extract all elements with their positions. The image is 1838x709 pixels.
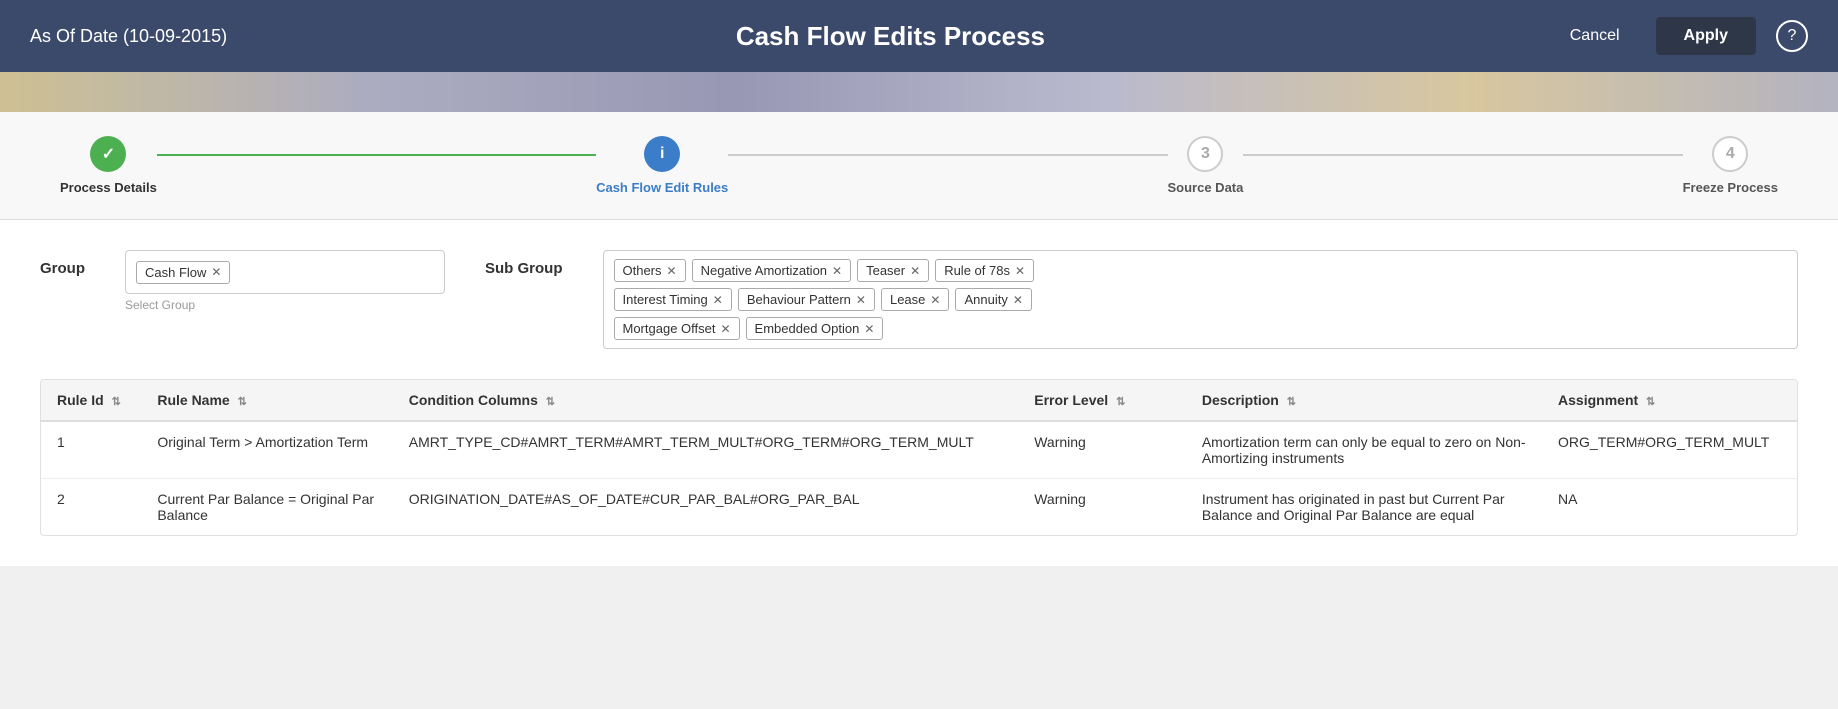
app-header: As Of Date (10-09-2015) Cash Flow Edits … [0, 0, 1838, 72]
col-header-rule-name[interactable]: Rule Name ⇅ [141, 380, 392, 421]
sub-group-tag-embedded-option-remove[interactable]: ✕ [864, 322, 874, 336]
cell-rule-id: 2 [41, 479, 141, 536]
step-cash-flow-edit-rules: i Cash Flow Edit Rules [596, 136, 728, 195]
sub-group-tag-mortgage-offset-remove[interactable]: ✕ [720, 322, 730, 336]
cell-condition: AMRT_TYPE_CD#AMRT_TERM#AMRT_TERM_MULT#OR… [393, 421, 1018, 479]
filter-row: Group Cash Flow ✕ Select Group Sub Group… [40, 250, 1798, 349]
group-label: Group [40, 250, 85, 277]
sub-group-tag-interest-timing-remove[interactable]: ✕ [713, 293, 723, 307]
step-3-label: Source Data [1168, 180, 1244, 195]
table-row: 2 Current Par Balance = Original Par Bal… [41, 479, 1797, 536]
sub-group-label: Sub Group [485, 250, 563, 277]
step-1-icon: ✓ [90, 136, 126, 172]
as-of-date: As Of Date (10-09-2015) [30, 26, 227, 47]
main-content: Group Cash Flow ✕ Select Group Sub Group… [0, 220, 1838, 566]
sub-group-tags-area[interactable]: Others ✕ Negative Amortization ✕ Teaser … [603, 250, 1799, 349]
step-2-label: Cash Flow Edit Rules [596, 180, 728, 195]
cell-description: Instrument has originated in past but Cu… [1186, 479, 1542, 536]
group-input-wrap: Cash Flow ✕ Select Group [125, 250, 445, 312]
sub-group-tag-others-remove[interactable]: ✕ [667, 264, 677, 278]
sub-group-tag-embedded-option: Embedded Option ✕ [746, 317, 884, 340]
sub-group-tag-behaviour-pattern: Behaviour Pattern ✕ [738, 288, 875, 311]
step-4-icon: 4 [1712, 136, 1748, 172]
group-tag-input[interactable]: Cash Flow ✕ [125, 250, 445, 294]
step-4-label: Freeze Process [1683, 180, 1778, 195]
sub-group-tag-behaviour-pattern-remove[interactable]: ✕ [856, 293, 866, 307]
sub-group-wrap: Others ✕ Negative Amortization ✕ Teaser … [603, 250, 1799, 349]
col-header-error[interactable]: Error Level ⇅ [1018, 380, 1186, 421]
help-button[interactable]: ? [1776, 20, 1808, 52]
sub-group-tag-negative-amortization: Negative Amortization ✕ [692, 259, 852, 282]
cell-error-level: Warning [1018, 479, 1186, 536]
stepper-area: ✓ Process Details i Cash Flow Edit Rules… [0, 112, 1838, 220]
sub-group-tag-lease-remove[interactable]: ✕ [930, 293, 940, 307]
col-header-rule-id[interactable]: Rule Id ⇅ [41, 380, 141, 421]
cell-assignment: ORG_TERM#ORG_TERM_MULT [1542, 421, 1797, 479]
sub-group-tag-annuity: Annuity ✕ [955, 288, 1031, 311]
sub-group-tag-teaser: Teaser ✕ [857, 259, 929, 282]
sub-group-tag-neg-amort-remove[interactable]: ✕ [832, 264, 842, 278]
header-actions: Cancel Apply ? [1554, 17, 1808, 55]
sort-icon-error[interactable]: ⇅ [1116, 395, 1125, 408]
table-header-row: Rule Id ⇅ Rule Name ⇅ Condition Columns … [41, 380, 1797, 421]
step-1-label: Process Details [60, 180, 157, 195]
sub-group-tag-others: Others ✕ [614, 259, 686, 282]
sort-icon-assignment[interactable]: ⇅ [1646, 395, 1655, 408]
sort-icon-description[interactable]: ⇅ [1287, 395, 1296, 408]
rules-table-wrap: Rule Id ⇅ Rule Name ⇅ Condition Columns … [40, 379, 1798, 536]
cell-condition: ORIGINATION_DATE#AS_OF_DATE#CUR_PAR_BAL#… [393, 479, 1018, 536]
step-freeze-process: 4 Freeze Process [1683, 136, 1778, 195]
step-3-icon: 3 [1187, 136, 1223, 172]
sub-group-tag-lease: Lease ✕ [881, 288, 949, 311]
cancel-button[interactable]: Cancel [1554, 19, 1636, 53]
cell-error-level: Warning [1018, 421, 1186, 479]
connector-2-3 [728, 154, 1167, 156]
group-tag-cash-flow-remove[interactable]: ✕ [211, 265, 221, 279]
step-source-data: 3 Source Data [1168, 136, 1244, 195]
sub-group-tag-rule78s-remove[interactable]: ✕ [1015, 264, 1025, 278]
sub-group-tag-interest-timing: Interest Timing ✕ [614, 288, 732, 311]
group-select-hint: Select Group [125, 298, 445, 312]
cell-rule-name: Original Term > Amortization Term [141, 421, 392, 479]
step-2-icon: i [644, 136, 680, 172]
apply-button[interactable]: Apply [1656, 17, 1756, 55]
connector-3-4 [1243, 154, 1682, 156]
sub-group-tag-mortgage-offset: Mortgage Offset ✕ [614, 317, 740, 340]
cell-description: Amortization term can only be equal to z… [1186, 421, 1542, 479]
sub-group-tag-rule-78s: Rule of 78s ✕ [935, 259, 1034, 282]
col-header-assignment[interactable]: Assignment ⇅ [1542, 380, 1797, 421]
sort-icon-rule-name[interactable]: ⇅ [238, 395, 247, 408]
group-tag-cash-flow: Cash Flow ✕ [136, 261, 230, 284]
page-title: Cash Flow Edits Process [736, 21, 1045, 52]
sub-group-tag-teaser-remove[interactable]: ✕ [910, 264, 920, 278]
cell-rule-id: 1 [41, 421, 141, 479]
table-row: 1 Original Term > Amortization Term AMRT… [41, 421, 1797, 479]
decorative-strip [0, 72, 1838, 112]
sub-group-row-1: Others ✕ Negative Amortization ✕ Teaser … [614, 259, 1788, 282]
rules-table: Rule Id ⇅ Rule Name ⇅ Condition Columns … [41, 380, 1797, 535]
col-header-description[interactable]: Description ⇅ [1186, 380, 1542, 421]
sub-group-row-2: Interest Timing ✕ Behaviour Pattern ✕ Le… [614, 288, 1788, 311]
connector-1-2 [157, 154, 596, 156]
sub-group-tag-annuity-remove[interactable]: ✕ [1013, 293, 1023, 307]
col-header-condition[interactable]: Condition Columns ⇅ [393, 380, 1018, 421]
sub-group-row-3: Mortgage Offset ✕ Embedded Option ✕ [614, 317, 1788, 340]
sort-icon-condition[interactable]: ⇅ [546, 395, 555, 408]
cell-rule-name: Current Par Balance = Original Par Balan… [141, 479, 392, 536]
stepper: ✓ Process Details i Cash Flow Edit Rules… [60, 136, 1778, 195]
step-process-details: ✓ Process Details [60, 136, 157, 195]
sort-icon-rule-id[interactable]: ⇅ [112, 395, 121, 408]
cell-assignment: NA [1542, 479, 1797, 536]
